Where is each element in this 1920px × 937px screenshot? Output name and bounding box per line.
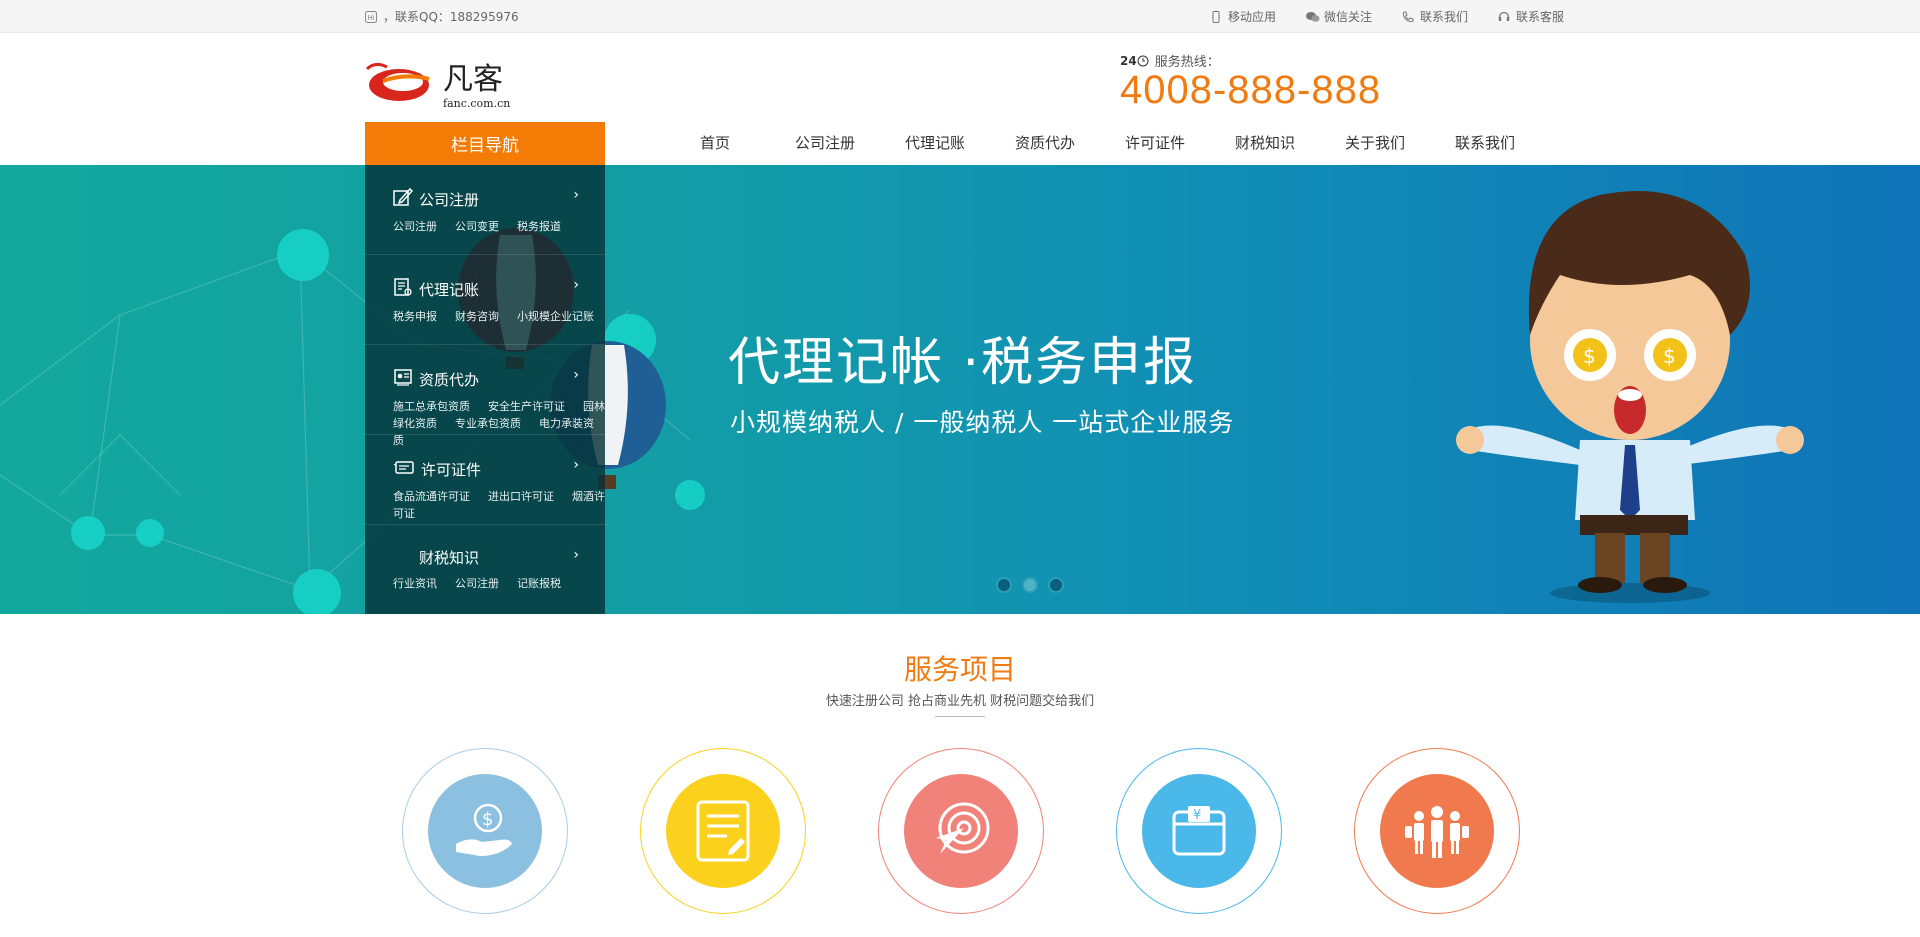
id-card-icon — [393, 457, 415, 481]
edit-icon — [393, 187, 414, 211]
nav-tax-knowledge[interactable]: 财税知识 — [1210, 122, 1320, 165]
hero-banner: $ $ 代理记帐 ·税务申报 小规模纳税人 / 一般纳税人 一站式企业服务 — [0, 165, 1920, 614]
services-section: 服务项目 快速注册公司 抢占商业先机 财税问题交给我们 $ ¥ — [0, 614, 1920, 937]
hotline-number[interactable]: 4008-888-888 — [1120, 68, 1381, 113]
logo-sub: fanc.com.cn — [443, 97, 510, 110]
category-tax-knowledge[interactable]: 财税知识 › 行业资讯 公司注册 记账报税 — [365, 525, 605, 615]
nav-bookkeeping[interactable]: 代理记账 — [880, 122, 990, 165]
banner-subline: 小规模纳税人 / 一般纳税人 一站式企业服务 — [730, 408, 1235, 437]
services-title: 服务项目 — [903, 653, 1016, 686]
service-item-3[interactable] — [878, 748, 1044, 914]
category-bookkeeping[interactable]: 代理记账 › 税务申报 财务咨询 小规模企业记账 — [365, 255, 605, 345]
main-nav: 首页 公司注册 代理记账 资质代办 许可证件 财税知识 关于我们 联系我们 — [660, 122, 1540, 165]
target-icon — [904, 774, 1018, 888]
contact-info: Hi ，联系QQ：188295976 — [365, 8, 519, 25]
chevron-right-icon: › — [573, 457, 579, 473]
top-link-wechat[interactable]: 微信关注 — [1306, 8, 1372, 25]
category-menu: 公司注册 › 公司注册 公司变更 税务报道 代理记账 › 税务申报 财务咨询 小规模企业… — [365, 165, 605, 614]
wallet-icon: ¥ — [1142, 774, 1256, 888]
chevron-right-icon: › — [573, 367, 579, 383]
category-company-registration[interactable]: 公司注册 › 公司注册 公司变更 税务报道 — [365, 165, 605, 255]
divider — [935, 716, 985, 717]
top-links: 移动应用 微信关注 联系我们 联系客服 — [1210, 8, 1564, 25]
nav-company-registration[interactable]: 公司注册 — [770, 122, 880, 165]
slider-dot-2[interactable] — [1022, 577, 1038, 593]
team-icon — [1380, 774, 1494, 888]
document-icon — [666, 774, 780, 888]
headset-icon — [1498, 11, 1510, 23]
top-link-service[interactable]: 联系客服 — [1498, 8, 1564, 25]
chevron-right-icon: › — [573, 187, 579, 203]
site-logo[interactable]: 凡客 fanc.com.cn — [365, 51, 525, 111]
nav-licenses[interactable]: 许可证件 — [1100, 122, 1210, 165]
top-link-mobile[interactable]: 移动应用 — [1210, 8, 1276, 25]
banner-headline: 代理记帐 ·税务申报 — [728, 333, 1198, 393]
slider-dot-1[interactable] — [996, 577, 1012, 593]
main-nav-bar: 栏目导航 首页 公司注册 代理记账 资质代办 许可证件 财税知识 关于我们 联系… — [0, 122, 1920, 165]
hotline: 24 服务热线： 4008-888-888 — [1120, 51, 1381, 113]
cartoon-businessman: $ $ — [1456, 191, 1804, 603]
nav-contact[interactable]: 联系我们 — [1430, 122, 1540, 165]
wechat-icon — [1306, 11, 1320, 23]
mobile-icon — [1210, 10, 1222, 23]
logo-text: 凡客 — [443, 62, 503, 97]
svg-text:$: $ — [482, 809, 493, 830]
svg-text:$: $ — [1663, 344, 1676, 368]
svg-text:$: $ — [1583, 344, 1596, 368]
category-licenses[interactable]: 许可证件 › 食品流通许可证 进出口许可证 烟酒许可证 — [365, 435, 605, 525]
svg-text:¥: ¥ — [1193, 808, 1201, 823]
service-item-2[interactable] — [640, 748, 806, 914]
slider-dots — [996, 577, 1064, 593]
top-link-contact[interactable]: 联系我们 — [1402, 8, 1468, 25]
services-subtitle: 快速注册公司 抢占商业先机 财税问题交给我们 — [825, 694, 1095, 709]
nav-qualification[interactable]: 资质代办 — [990, 122, 1100, 165]
category-qualification[interactable]: 资质代办 › 施工总承包资质 安全生产许可证 园林绿化资质 专业承包资质 电力承装资质 — [365, 345, 605, 447]
service-list: $ ¥ — [402, 748, 1520, 914]
service-item-5[interactable] — [1354, 748, 1520, 914]
certificate-icon — [393, 367, 413, 391]
phone-icon — [1402, 11, 1414, 23]
top-bar: Hi ，联系QQ：188295976 移动应用 微信关注 联系我们 联系客服 — [0, 0, 1920, 33]
chat-icon: Hi — [365, 10, 377, 23]
category-nav-title[interactable]: 栏目导航 — [365, 122, 605, 165]
service-item-4[interactable]: ¥ — [1116, 748, 1282, 914]
clock-24-icon: 24 — [1120, 54, 1149, 68]
service-item-1[interactable]: $ — [402, 748, 568, 914]
chevron-right-icon: › — [573, 277, 579, 293]
nav-home[interactable]: 首页 — [660, 122, 770, 165]
nav-about[interactable]: 关于我们 — [1320, 122, 1430, 165]
chevron-right-icon: › — [573, 547, 579, 563]
money-hand-icon: $ — [428, 774, 542, 888]
slider-dot-3[interactable] — [1048, 577, 1064, 593]
svg-text:Hi: Hi — [368, 14, 375, 22]
ledger-icon — [393, 277, 413, 301]
contact-text: ，联系QQ：188295976 — [383, 10, 519, 24]
